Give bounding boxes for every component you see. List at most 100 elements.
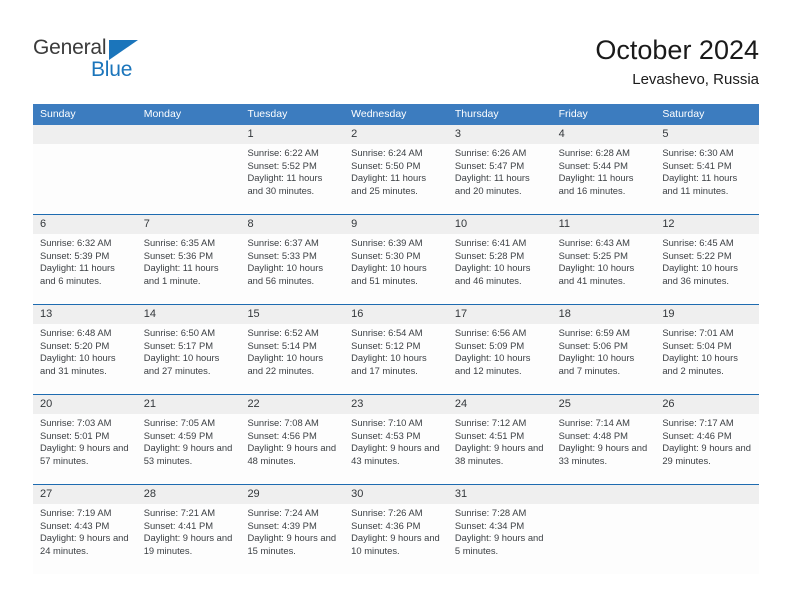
sunrise-text: Sunrise: 6:41 AM — [454, 237, 527, 248]
calendar-day-cell[interactable]: 30 Sunrise: 7:26 AM Sunset: 4:36 PM Dayligh… — [344, 485, 448, 574]
sunset-text: Sunset: 5:36 PM — [143, 249, 214, 261]
daylight-text: Daylight: 9 hours and 53 minutes. — [143, 442, 233, 466]
page-title: October 2024 — [595, 35, 759, 65]
daylight-text: Daylight: 10 hours and 7 minutes. — [558, 352, 635, 376]
calendar-day-cell[interactable]: 1 Sunrise: 6:22 AM Sunset: 5:52 PM Daylight… — [240, 125, 345, 214]
calendar-day-cell[interactable]: 15 Sunrise: 6:52 AM Sunset: 5:14 PM Dayligh… — [240, 305, 345, 394]
daylight-text: Daylight: 9 hours and 24 minutes. — [40, 532, 129, 556]
daylight-text: Daylight: 10 hours and 17 minutes. — [351, 352, 427, 376]
calendar-day-cell[interactable]: 3 Sunrise: 6:26 AM Sunset: 5:47 PM Daylight… — [447, 125, 552, 214]
calendar-day-cell[interactable]: 5 Sunrise: 6:30 AM Sunset: 5:41 PM Daylight… — [655, 125, 760, 214]
day-number: 17 — [447, 305, 552, 324]
week-days: 20 Sunrise: 7:03 AM Sunset: 5:01 PM Dayligh… — [33, 395, 760, 484]
day-details: Sunrise: 6:37 AM Sunset: 5:33 PM Daylight:… — [240, 234, 344, 287]
calendar-day-cell[interactable]: 16 Sunrise: 6:54 AM Sunset: 5:12 PM Dayligh… — [344, 305, 448, 394]
calendar-day-cell[interactable]: 25 Sunrise: 7:14 AM Sunset: 4:48 PM Dayligh… — [551, 395, 656, 484]
week-days: 27 Sunrise: 7:19 AM Sunset: 4:43 PM Dayligh… — [33, 485, 760, 574]
sunset-text: Sunset: 5:25 PM — [558, 249, 628, 261]
logo-text-general: General — [33, 36, 107, 59]
day-details: Sunrise: 6:43 AM Sunset: 5:25 PM Daylight:… — [552, 234, 656, 287]
sunset-text: Sunset: 5:20 PM — [40, 339, 110, 351]
day-number: 14 — [136, 305, 241, 324]
day-details: Sunrise: 6:41 AM Sunset: 5:28 PM Daylight:… — [448, 234, 552, 287]
day-details: Sunrise: 7:19 AM Sunset: 4:43 PM Daylight:… — [33, 504, 137, 557]
day-details: Sunrise: 6:32 AM Sunset: 5:39 PM Daylight:… — [33, 234, 137, 287]
sunrise-text: Sunrise: 7:03 AM — [40, 417, 112, 428]
calendar-day-cell[interactable]: 8 Sunrise: 6:37 AM Sunset: 5:33 PM Daylight… — [240, 215, 345, 304]
sunset-text: Sunset: 4:36 PM — [351, 519, 421, 531]
sunrise-text: Sunrise: 7:01 AM — [662, 327, 734, 338]
day-details: Sunrise: 7:26 AM Sunset: 4:36 PM Daylight:… — [344, 504, 448, 557]
calendar-day-cell[interactable]: 29 Sunrise: 7:24 AM Sunset: 4:39 PM Dayligh… — [240, 485, 345, 574]
day-details: Sunrise: 6:52 AM Sunset: 5:14 PM Daylight:… — [240, 324, 344, 377]
sunrise-text: Sunrise: 6:30 AM — [662, 147, 734, 158]
daylight-text: Daylight: 11 hours and 16 minutes. — [558, 172, 634, 196]
day-number: 21 — [136, 395, 241, 414]
sunrise-text: Sunrise: 6:43 AM — [558, 237, 630, 248]
day-details: Sunrise: 6:24 AM Sunset: 5:50 PM Daylight:… — [344, 144, 448, 197]
calendar-cell-empty — [136, 125, 241, 214]
calendar-day-cell[interactable]: 31 Sunrise: 7:28 AM Sunset: 4:34 PM Dayligh… — [447, 485, 552, 574]
day-number: 25 — [551, 395, 656, 414]
sunrise-text: Sunrise: 7:12 AM — [454, 417, 527, 428]
sunrise-text: Sunrise: 6:26 AM — [454, 147, 527, 158]
day-number: 4 — [551, 125, 656, 144]
general-blue-logo[interactable]: General Blue — [33, 36, 153, 88]
calendar-day-cell[interactable]: 12 Sunrise: 6:45 AM Sunset: 5:22 PM Dayligh… — [655, 215, 760, 304]
sunrise-text: Sunrise: 6:48 AM — [40, 327, 112, 338]
daylight-text: Daylight: 11 hours and 25 minutes. — [351, 172, 427, 196]
sunset-text: Sunset: 5:41 PM — [662, 159, 732, 171]
day-number: 5 — [655, 125, 760, 144]
calendar-day-cell[interactable]: 17 Sunrise: 6:56 AM Sunset: 5:09 PM Dayligh… — [447, 305, 552, 394]
calendar-day-cell[interactable]: 6 Sunrise: 6:32 AM Sunset: 5:39 PM Daylight… — [33, 215, 137, 304]
day-number: 1 — [240, 125, 345, 144]
day-number: 26 — [655, 395, 760, 414]
sunrise-text: Sunrise: 7:26 AM — [351, 507, 423, 518]
calendar-day-cell[interactable]: 22 Sunrise: 7:08 AM Sunset: 4:56 PM Dayligh… — [240, 395, 345, 484]
calendar-day-cell[interactable]: 11 Sunrise: 6:43 AM Sunset: 5:25 PM Dayligh… — [551, 215, 656, 304]
calendar-day-cell[interactable]: 7 Sunrise: 6:35 AM Sunset: 5:36 PM Daylight… — [136, 215, 241, 304]
page-header: General Blue October 2024 Levashevo, Rus… — [0, 0, 792, 100]
sunset-text: Sunset: 5:52 PM — [247, 159, 317, 171]
calendar-day-cell[interactable]: 19 Sunrise: 7:01 AM Sunset: 5:04 PM Dayligh… — [655, 305, 760, 394]
calendar-cell-empty — [655, 485, 760, 574]
day-details: Sunrise: 7:24 AM Sunset: 4:39 PM Daylight:… — [240, 504, 344, 557]
calendar-day-cell[interactable]: 26 Sunrise: 7:17 AM Sunset: 4:46 PM Dayligh… — [655, 395, 760, 484]
daylight-text: Daylight: 10 hours and 22 minutes. — [247, 352, 324, 376]
day-details: Sunrise: 7:28 AM Sunset: 4:34 PM Daylight:… — [448, 504, 552, 557]
sunrise-text: Sunrise: 7:14 AM — [558, 417, 630, 428]
calendar-day-cell[interactable]: 9 Sunrise: 6:39 AM Sunset: 5:30 PM Daylight… — [344, 215, 448, 304]
sunrise-text: Sunrise: 7:08 AM — [247, 417, 319, 428]
calendar-day-cell[interactable]: 28 Sunrise: 7:21 AM Sunset: 4:41 PM Dayligh… — [136, 485, 241, 574]
calendar-day-cell[interactable]: 10 Sunrise: 6:41 AM Sunset: 5:28 PM Dayligh… — [447, 215, 552, 304]
calendar-day-cell[interactable]: 27 Sunrise: 7:19 AM Sunset: 4:43 PM Dayligh… — [33, 485, 137, 574]
sunset-text: Sunset: 5:39 PM — [40, 249, 110, 261]
sunrise-text: Sunrise: 7:17 AM — [662, 417, 734, 428]
calendar-day-cell[interactable]: 23 Sunrise: 7:10 AM Sunset: 4:53 PM Dayligh… — [344, 395, 448, 484]
sunset-text: Sunset: 5:12 PM — [351, 339, 421, 351]
calendar-day-cell[interactable]: 2 Sunrise: 6:24 AM Sunset: 5:50 PM Daylight… — [344, 125, 448, 214]
day-details: Sunrise: 7:05 AM Sunset: 4:59 PM Daylight:… — [137, 414, 241, 467]
daylight-text: Daylight: 11 hours and 20 minutes. — [454, 172, 530, 196]
calendar-day-cell[interactable]: 14 Sunrise: 6:50 AM Sunset: 5:17 PM Dayligh… — [136, 305, 241, 394]
day-details: Sunrise: 6:26 AM Sunset: 5:47 PM Daylight:… — [448, 144, 552, 197]
sunset-text: Sunset: 5:50 PM — [351, 159, 421, 171]
sunrise-text: Sunrise: 6:35 AM — [143, 237, 216, 248]
daylight-text: Daylight: 10 hours and 2 minutes. — [662, 352, 738, 376]
sunrise-text: Sunrise: 7:21 AM — [143, 507, 216, 518]
calendar-day-cell[interactable]: 20 Sunrise: 7:03 AM Sunset: 5:01 PM Dayligh… — [33, 395, 137, 484]
sunset-text: Sunset: 5:44 PM — [558, 159, 628, 171]
day-number: 6 — [33, 215, 137, 234]
calendar-day-cell[interactable]: 13 Sunrise: 6:48 AM Sunset: 5:20 PM Dayligh… — [33, 305, 137, 394]
calendar-day-cell[interactable]: 18 Sunrise: 6:59 AM Sunset: 5:06 PM Dayligh… — [551, 305, 656, 394]
calendar-cell-empty — [551, 485, 656, 574]
calendar-week-row: 1 Sunrise: 6:22 AM Sunset: 5:52 PM Daylight… — [33, 125, 760, 214]
day-number: 16 — [344, 305, 448, 324]
calendar-day-cell[interactable]: 21 Sunrise: 7:05 AM Sunset: 4:59 PM Dayligh… — [136, 395, 241, 484]
calendar-day-cell[interactable]: 4 Sunrise: 6:28 AM Sunset: 5:44 PM Daylight… — [551, 125, 656, 214]
calendar-day-cell[interactable]: 24 Sunrise: 7:12 AM Sunset: 4:51 PM Dayligh… — [447, 395, 552, 484]
sunset-text: Sunset: 4:34 PM — [454, 519, 525, 531]
calendar-week-row: 27 Sunrise: 7:19 AM Sunset: 4:43 PM Dayligh… — [33, 484, 760, 574]
day-details: Sunrise: 7:03 AM Sunset: 5:01 PM Daylight:… — [33, 414, 137, 467]
calendar-weeks: 1 Sunrise: 6:22 AM Sunset: 5:52 PM Daylight… — [33, 125, 760, 574]
